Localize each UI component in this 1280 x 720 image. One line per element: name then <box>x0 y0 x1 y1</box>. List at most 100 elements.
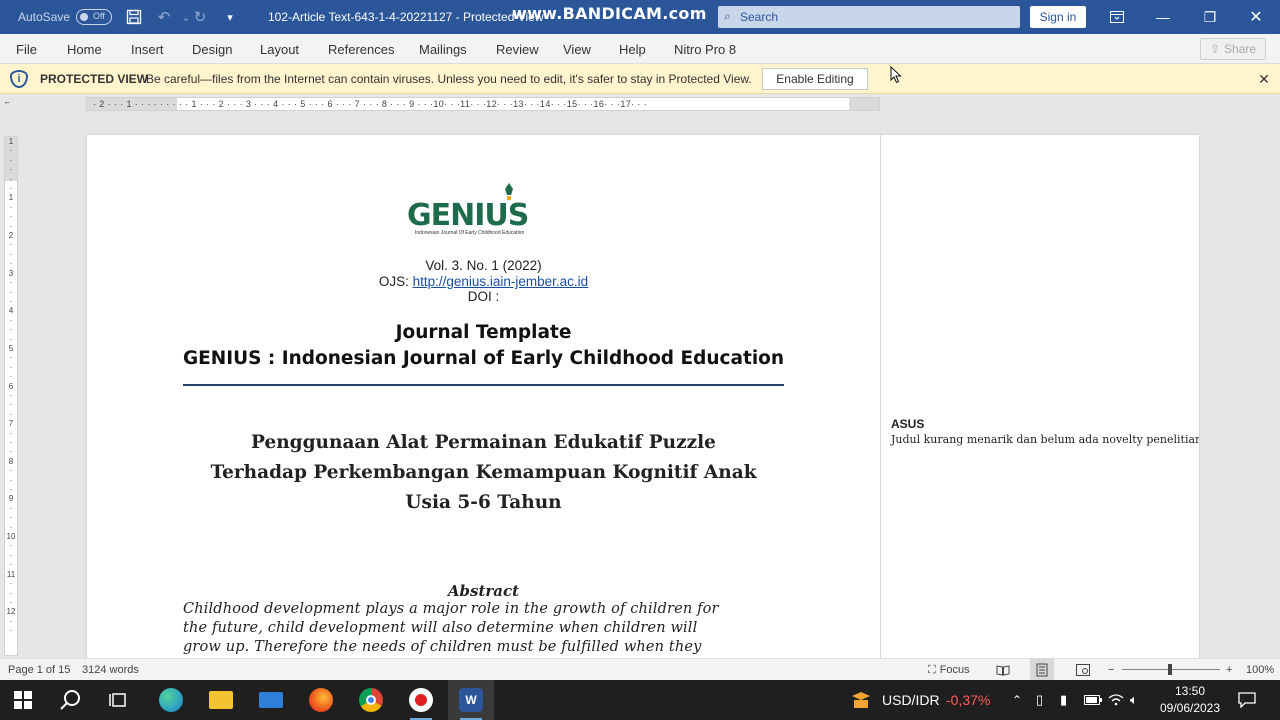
vertical-ruler[interactable]: 1 · · · · · 1 · · · 2 · · · 3 · · · 4 · · · 5 · · · 6 · · · 7 · · · 8 · · · 9 ·… <box>4 136 18 656</box>
comment-author[interactable]: ASUS <box>891 417 924 431</box>
vertical-ruler-tick: · <box>9 315 13 325</box>
bandicam-icon[interactable] <box>398 680 444 720</box>
tab-review[interactable]: Review <box>496 34 539 64</box>
vertical-ruler-tick: · <box>9 485 13 495</box>
web-layout-icon[interactable] <box>1076 659 1090 681</box>
tab-references[interactable]: References <box>328 34 394 64</box>
tab-mailings[interactable]: Mailings <box>419 34 467 64</box>
vertical-ruler-tick: 11 <box>6 569 16 579</box>
tab-layout[interactable]: Layout <box>260 34 299 64</box>
vertical-ruler-tick: · <box>9 513 13 523</box>
autosave-toggle[interactable]: Off <box>76 0 112 34</box>
ojs-link[interactable]: http://genius.iain-jember.ac.id <box>413 274 589 289</box>
protected-view-bar: i PROTECTED VIEW Be careful—files from t… <box>0 64 1280 94</box>
share-button[interactable]: ⇪ Share <box>1200 38 1266 60</box>
word-icon[interactable]: W <box>448 680 494 720</box>
ribbon-display-options-icon[interactable] <box>1094 0 1140 34</box>
mouse-cursor-icon <box>890 65 902 89</box>
vertical-ruler-tick: · <box>9 353 13 363</box>
vertical-ruler-tick: · <box>9 372 13 382</box>
search-taskbar-icon[interactable] <box>48 680 94 720</box>
ticker-label[interactable]: USD/IDR <box>882 680 940 720</box>
vertical-ruler-tick: 4 <box>8 306 14 316</box>
vertical-ruler-tick: · <box>9 325 13 335</box>
task-view-icon[interactable] <box>96 680 142 720</box>
tab-file[interactable]: File <box>16 34 37 64</box>
abstract-line: the future, child development will also … <box>183 620 698 636</box>
redo-icon[interactable]: ↻ <box>190 0 210 34</box>
system-clock[interactable]: 13:50 09/06/2023 <box>1150 683 1230 717</box>
recorder-watermark: www.BANDICAM.com <box>512 3 707 23</box>
vertical-ruler-tick: 3 <box>8 268 14 278</box>
start-button[interactable] <box>0 680 46 720</box>
article-title-line: Usia 5-6 Tahun <box>405 492 562 513</box>
tab-nitro-pro[interactable]: Nitro Pro 8 <box>674 34 736 64</box>
document-page[interactable]: GENIUS Indonesian Journal Of Early Child… <box>87 135 1199 658</box>
vertical-ruler-tick: · <box>9 541 13 551</box>
stocks-widget-icon[interactable] <box>850 680 872 720</box>
zoom-level[interactable]: 100% <box>1246 659 1274 681</box>
vertical-ruler-scale: 1 · · · · · 1 · · · 2 · · · 3 · · · 4 · · · 5 · · · 6 · · · 7 · · · 8 · · · 9 ·… <box>6 137 16 655</box>
page-count[interactable]: Page 1 of 15 <box>8 659 70 681</box>
protected-view-message: Be careful—files from the Internet can c… <box>146 72 752 86</box>
file-explorer-icon[interactable] <box>198 680 244 720</box>
word-count[interactable]: 3124 words <box>82 659 139 681</box>
tab-view[interactable]: View <box>563 34 591 64</box>
zoom-out-icon[interactable]: − <box>1108 659 1114 681</box>
chrome-icon[interactable] <box>348 680 394 720</box>
vertical-ruler-tick: · <box>9 155 13 165</box>
show-hidden-icons-icon[interactable]: ⌃ <box>1012 680 1022 720</box>
zoom-slider-thumb[interactable] <box>1168 664 1172 675</box>
close-window-icon[interactable]: ✕ <box>1233 0 1279 34</box>
wifi-icon[interactable] <box>1108 680 1124 720</box>
customize-toolbar-icon[interactable]: ▾ <box>220 0 240 34</box>
vertical-ruler-tick: · <box>9 174 13 184</box>
vertical-ruler-tick: 2 <box>8 231 14 241</box>
vertical-ruler-tick: 8 <box>8 456 14 466</box>
battery-icon[interactable] <box>1084 680 1102 720</box>
vertical-ruler-tick: · <box>9 165 13 175</box>
volume-icon[interactable]: 🔈︎ <box>1130 680 1138 720</box>
tab-insert[interactable]: Insert <box>131 34 164 64</box>
journal-logo: GENIUS Indonesian Journal Of Early Child… <box>405 181 555 241</box>
usb-device-icon[interactable]: ▮ <box>1060 680 1067 720</box>
tab-help[interactable]: Help <box>619 34 646 64</box>
ticker-change[interactable]: -0,37% <box>946 680 990 720</box>
vertical-ruler-tick: 6 <box>8 381 14 391</box>
save-icon[interactable] <box>124 0 144 34</box>
status-bar: Page 1 of 15 3124 words ⛶ Focus − + 100% <box>0 658 1280 681</box>
horizontal-ruler[interactable]: · 2 · · · 1 · · · · · · · · · 1 · · · 2 … <box>86 97 880 111</box>
firefox-icon[interactable] <box>298 680 344 720</box>
read-mode-icon[interactable] <box>996 659 1010 681</box>
logo-tagline: Indonesian Journal Of Early Childhood Ed… <box>415 230 525 236</box>
vertical-ruler-tick: · <box>9 334 13 344</box>
edge-browser-icon[interactable] <box>148 680 194 720</box>
vertical-ruler-tick: · <box>9 240 13 250</box>
ojs-line: OJS: http://genius.iain-jember.ac.id <box>87 274 880 289</box>
vertical-ruler-tick: 5 <box>8 343 14 353</box>
meet-now-icon[interactable]: ▯ <box>1036 680 1043 720</box>
vertical-ruler-tick: · <box>9 409 13 419</box>
minimize-icon[interactable]: — <box>1140 0 1186 34</box>
focus-mode-button[interactable]: ⛶ Focus <box>928 659 970 681</box>
vertical-ruler-tick: · <box>9 259 13 269</box>
close-icon[interactable]: ✕ <box>1254 64 1274 94</box>
print-layout-icon[interactable] <box>1030 659 1054 681</box>
tab-design[interactable]: Design <box>192 34 232 64</box>
search-input[interactable]: ⌕ Search <box>718 6 1020 28</box>
sign-in-button[interactable]: Sign in <box>1030 6 1086 28</box>
vertical-ruler-tick: · <box>9 362 13 372</box>
vertical-ruler-tick: 1 <box>8 137 14 146</box>
enable-editing-button[interactable]: Enable Editing <box>762 68 868 90</box>
search-placeholder: Search <box>740 10 779 24</box>
abstract-line: grow up. Therefore the needs of children… <box>183 639 702 655</box>
vertical-ruler-tick: · <box>9 278 13 288</box>
comment-text[interactable]: Judul kurang menarik dan belum ada novel… <box>891 433 1199 446</box>
zoom-in-icon[interactable]: + <box>1226 659 1232 681</box>
tab-home[interactable]: Home <box>67 34 102 64</box>
undo-icon[interactable]: ↶ <box>154 0 174 34</box>
tab-selector-icon[interactable]: ⌐ <box>5 98 15 108</box>
notification-center-icon[interactable] <box>1238 680 1256 720</box>
restore-icon[interactable]: ❐ <box>1187 0 1233 34</box>
mail-icon[interactable] <box>248 680 294 720</box>
